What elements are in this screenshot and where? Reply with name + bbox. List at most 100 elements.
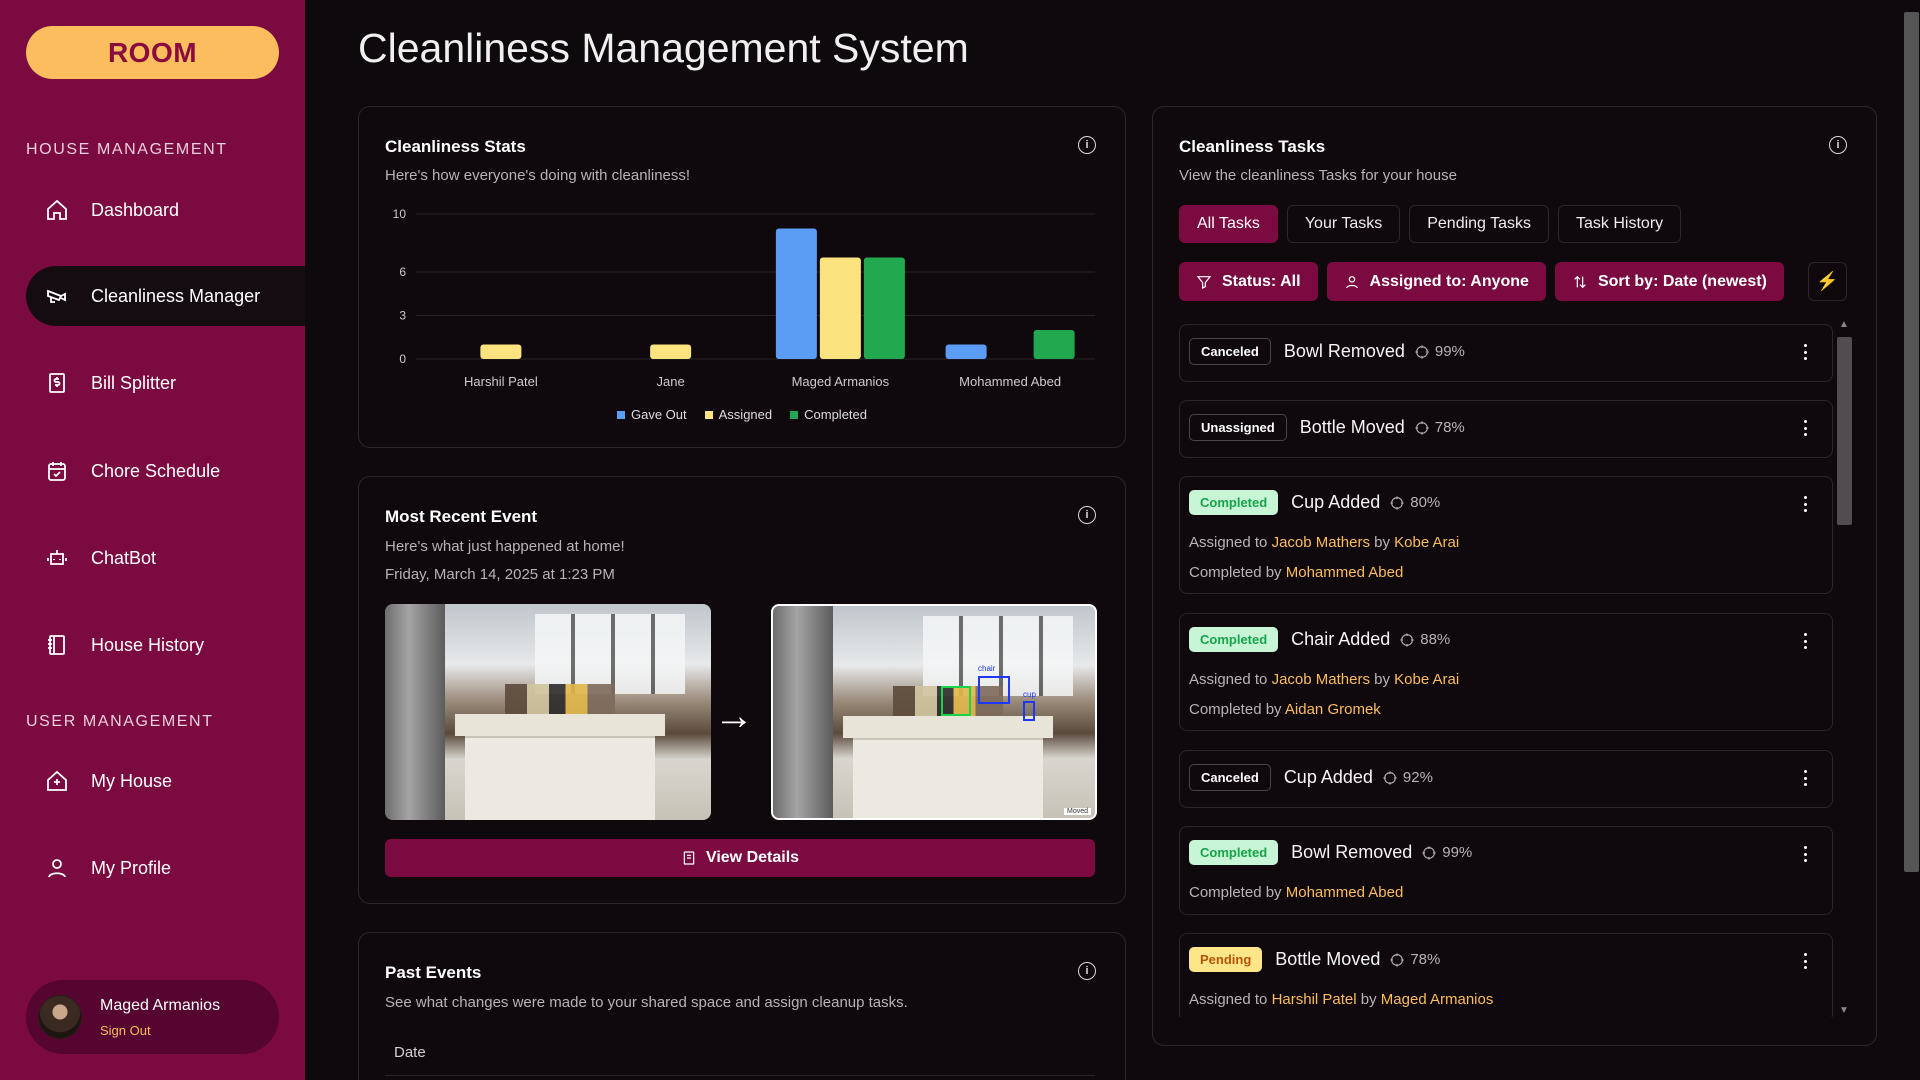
sidebar-item-cleanliness-manager[interactable]: Cleanliness Manager — [26, 266, 305, 326]
more-options-icon[interactable] — [1804, 633, 1808, 649]
legend-item: Completed — [790, 407, 867, 422]
more-options-icon[interactable] — [1804, 344, 1808, 360]
x-tick-label: Mohammed Abed — [959, 374, 1061, 389]
receipt-dollar-icon — [44, 370, 70, 396]
status-badge: Canceled — [1189, 338, 1271, 365]
completion-line: Completed by Aidan Gromek — [1189, 701, 1381, 718]
more-options-icon[interactable] — [1804, 953, 1808, 969]
detection-box — [1023, 701, 1035, 721]
y-tick-label: 0 — [399, 352, 406, 366]
sidebar-item-chatbot[interactable]: ChatBot — [26, 528, 305, 588]
task-list-scrollbar[interactable]: ▲ ▼ — [1835, 319, 1853, 1019]
status-filter-button[interactable]: Status: All — [1179, 262, 1318, 301]
assignee-link[interactable]: Jacob Mathers — [1272, 534, 1370, 551]
more-options-icon[interactable] — [1804, 420, 1808, 436]
confidence: 78% — [1414, 419, 1465, 436]
scroll-thumb[interactable] — [1837, 337, 1852, 525]
assignment-line: Assigned to Jacob Mathers by Kobe Arai — [1189, 534, 1460, 551]
past-events-card: Past Events See what changes were made t… — [358, 932, 1126, 1080]
after-photo[interactable]: chair cup Moved — [771, 604, 1097, 820]
table-header-date[interactable]: Date — [385, 1044, 1095, 1076]
card-title: Most Recent Event — [385, 507, 538, 526]
before-photo[interactable] — [385, 604, 711, 820]
task-name: Cup Added — [1283, 767, 1373, 787]
card-title: Cleanliness Tasks — [1179, 137, 1326, 156]
sidebar-item-bill-splitter[interactable]: Bill Splitter — [26, 353, 305, 413]
more-options-icon[interactable] — [1804, 770, 1808, 786]
task-item[interactable]: Completed Bowl Removed 99% Completed by … — [1179, 826, 1833, 915]
scroll-down-icon[interactable]: ▼ — [1839, 1005, 1849, 1016]
task-item[interactable]: Canceled Cup Added 92% — [1179, 750, 1833, 808]
y-tick-label: 6 — [399, 265, 406, 279]
assignee-link[interactable]: Harshil Patel — [1272, 991, 1357, 1008]
assigner-link[interactable]: Kobe Arai — [1394, 534, 1459, 551]
assigner-link[interactable]: Maged Armanios — [1381, 991, 1494, 1008]
sidebar-item-chore-schedule[interactable]: Chore Schedule — [26, 441, 305, 501]
event-timestamp: Friday, March 14, 2025 at 1:23 PM — [385, 566, 615, 583]
x-tick-label: Jane — [657, 374, 685, 389]
confidence: 88% — [1399, 631, 1450, 648]
sign-out-link[interactable]: Sign Out — [100, 1023, 220, 1038]
home-icon — [44, 197, 70, 223]
completer-link[interactable]: Mohammed Abed — [1286, 564, 1404, 581]
info-icon[interactable]: i — [1078, 962, 1096, 980]
confidence: 80% — [1389, 494, 1440, 511]
tab-all-tasks[interactable]: All Tasks — [1179, 205, 1278, 243]
tab-your-tasks[interactable]: Your Tasks — [1286, 205, 1401, 243]
sidebar-item-label: ChatBot — [91, 547, 157, 568]
task-item[interactable]: Canceled Bowl Removed 99% — [1179, 324, 1833, 382]
user-name: Maged Armanios — [100, 996, 221, 1014]
camera-icon — [44, 283, 70, 309]
task-name: Bottle Moved — [1275, 949, 1381, 969]
sidebar-item-dashboard[interactable]: Dashboard — [26, 180, 305, 240]
bar-gave-out — [945, 344, 987, 359]
more-options-icon[interactable] — [1804, 496, 1808, 512]
page-scrollbar[interactable] — [1903, 0, 1920, 1080]
avatar — [38, 995, 82, 1039]
page-scroll-thumb[interactable] — [1904, 12, 1919, 872]
user-icon — [1345, 275, 1358, 288]
lightning-icon[interactable]: ⚡ — [1808, 262, 1847, 301]
x-tick-label: Harshil Patel — [464, 374, 538, 389]
task-name: Chair Added — [1291, 629, 1391, 649]
user-management-label: USER MANAGEMENT — [26, 713, 214, 730]
user-icon — [44, 855, 70, 881]
sidebar-item-my-house[interactable]: My House — [26, 751, 305, 811]
chart-legend: Gave Out Assigned Completed — [359, 407, 1125, 422]
sidebar-item-house-history[interactable]: House History — [26, 615, 305, 675]
bot-icon — [44, 545, 70, 571]
assignee-link[interactable]: Jacob Mathers — [1272, 671, 1370, 688]
sidebar-item-label: Cleanliness Manager — [91, 285, 261, 306]
completer-link[interactable]: Mohammed Abed — [1286, 884, 1404, 901]
detection-box — [978, 676, 1010, 704]
bar-gave-out — [775, 228, 817, 359]
card-subtitle: View the cleanliness Tasks for your hous… — [1179, 167, 1457, 184]
sidebar-item-my-profile[interactable]: My Profile — [26, 838, 305, 898]
task-item[interactable]: Completed Cup Added 80% Assigned to Jaco… — [1179, 476, 1833, 594]
card-subtitle: Here's what just happened at home! — [385, 538, 625, 555]
completer-link[interactable]: Aidan Gromek — [1285, 701, 1381, 718]
sidebar-item-label: My Profile — [91, 857, 172, 878]
receipt-icon — [683, 851, 695, 865]
tab-pending-tasks[interactable]: Pending Tasks — [1409, 205, 1550, 243]
user-card: Maged Armanios Sign Out — [26, 980, 279, 1054]
assigner-link[interactable]: Kobe Arai — [1394, 671, 1459, 688]
assigned-filter-button[interactable]: Assigned to: Anyone — [1326, 262, 1546, 301]
info-icon[interactable]: i — [1829, 136, 1847, 154]
assignment-line: Assigned to Jacob Mathers by Kobe Arai — [1189, 671, 1460, 688]
room-logo[interactable]: ROOM — [26, 26, 279, 79]
more-options-icon[interactable] — [1804, 846, 1808, 862]
info-icon[interactable]: i — [1078, 506, 1096, 524]
view-details-button[interactable]: View Details — [385, 839, 1095, 877]
legend-item: Assigned — [704, 407, 772, 422]
tab-task-history[interactable]: Task History — [1558, 205, 1682, 243]
task-item[interactable]: Unassigned Bottle Moved 78% — [1179, 400, 1833, 458]
task-item[interactable]: Pending Bottle Moved 78% Assigned to Har… — [1179, 933, 1833, 1017]
cleanliness-stats-card: Cleanliness Stats Here's how everyone's … — [358, 106, 1126, 448]
sort-button[interactable]: Sort by: Date (newest) — [1554, 262, 1784, 301]
detection-box — [941, 686, 971, 716]
task-item[interactable]: Completed Chair Added 88% Assigned to Ja… — [1179, 613, 1833, 731]
scroll-up-icon[interactable]: ▲ — [1839, 319, 1849, 330]
task-name: Bowl Removed — [1283, 341, 1405, 361]
task-list: Canceled Bowl Removed 99% Unassigned Bot… — [1179, 317, 1833, 1017]
